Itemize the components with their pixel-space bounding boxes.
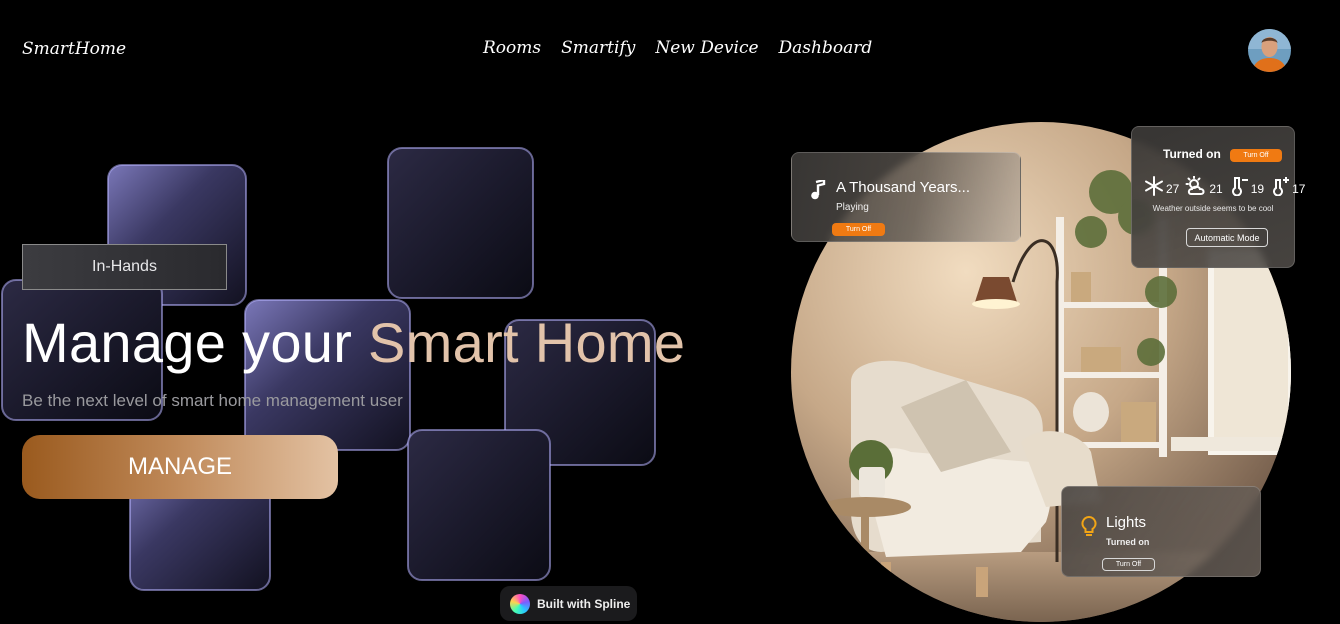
reading-weather: 21	[1185, 176, 1223, 196]
lights-title: Lights	[1106, 514, 1147, 531]
automatic-mode-button[interactable]: Automatic Mode	[1186, 228, 1268, 247]
lights-card: Lights Turned on Turn Off	[1061, 486, 1261, 577]
nav-dashboard[interactable]: Dashboard	[779, 38, 873, 58]
nav-new-device[interactable]: New Device	[655, 38, 758, 58]
thermometer-plus-icon	[1273, 177, 1290, 196]
song-title: A Thousand Years...	[836, 179, 970, 196]
thermometer-minus-icon	[1231, 177, 1248, 196]
music-turn-off-button[interactable]: Turn Off	[832, 223, 885, 236]
cubes-3d-graphic	[1, 147, 656, 591]
lights-turn-off-button[interactable]: Turn Off	[1102, 558, 1155, 571]
manage-button[interactable]: MANAGE	[22, 435, 338, 499]
snowflake-icon	[1145, 176, 1163, 196]
built-with-spline-badge[interactable]: Built with Spline	[500, 586, 637, 621]
spline-label: Built with Spline	[537, 596, 631, 611]
climate-card: Turned on Turn Off 27 21 19 17 Weather o…	[1131, 126, 1305, 268]
nav-rooms[interactable]: Rooms	[483, 38, 541, 58]
reading-value: 27	[1166, 182, 1180, 196]
reading-snowflake: 27	[1144, 176, 1179, 196]
in-hands-badge: In-Hands	[22, 244, 227, 290]
reading-value: 17	[1292, 182, 1306, 196]
hero-subtitle: Be the next level of smart home manageme…	[22, 391, 403, 410]
reading-value: 19	[1250, 182, 1265, 196]
main-nav: Rooms Smartify New Device Dashboard	[483, 38, 872, 58]
climate-readings: 27 21 19 17	[1144, 176, 1305, 196]
reading-thermo-plus: 17	[1270, 176, 1305, 196]
spline-logo-icon	[510, 593, 530, 614]
user-avatar[interactable]	[1248, 29, 1291, 72]
headline-main: Manage your	[22, 311, 369, 374]
page-title: Manage your Smart Home	[22, 310, 685, 375]
music-status: Playing	[836, 202, 869, 213]
climate-turn-off-button[interactable]: Turn Off	[1230, 149, 1282, 162]
nav-smartify[interactable]: Smartify	[561, 38, 635, 58]
music-card: A Thousand Years... Playing Turn Off	[791, 152, 1021, 242]
headline-accent: Smart Home	[368, 311, 686, 374]
partly-cloudy-icon	[1185, 176, 1205, 195]
reading-thermo-minus: 19	[1229, 176, 1264, 196]
climate-status: Turned on	[1163, 147, 1221, 161]
reading-value: 21	[1209, 182, 1223, 196]
lightbulb-icon	[1081, 516, 1097, 536]
brand-logo[interactable]: SmartHome	[22, 39, 126, 59]
weather-note: Weather outside seems to be cool	[1152, 204, 1274, 213]
lights-status: Turned on	[1106, 537, 1150, 547]
music-note-icon	[811, 180, 826, 200]
